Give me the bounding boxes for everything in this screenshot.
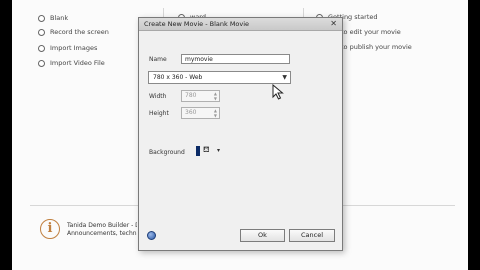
option-record[interactable]: Record the screen	[38, 28, 109, 36]
dialog-titlebar[interactable]: Create New Movie - Blank Movie ✕	[139, 18, 342, 31]
dropdown-arrow-icon: ▼	[282, 74, 287, 81]
background-label: Background	[149, 149, 185, 156]
info-text: Tanida Demo Builder - D Announcements, t…	[67, 222, 137, 238]
width-value: 780	[185, 92, 197, 99]
cancel-button[interactable]: Cancel	[289, 229, 335, 242]
size-select-value: 780 x 360 - Web	[153, 74, 203, 81]
dropdown-arrow-icon[interactable]: ▾	[217, 147, 220, 154]
option-import-video[interactable]: Import Video File	[38, 59, 105, 67]
height-spinner[interactable]: 360 ▲ ▼	[181, 107, 220, 119]
width-label: Width	[149, 93, 167, 100]
background-color-swatch[interactable]	[196, 146, 200, 156]
help-icon[interactable]	[147, 231, 156, 240]
option-blank-label: Blank	[50, 14, 69, 22]
radio-circle-icon	[38, 28, 45, 36]
name-input[interactable]: mymovie	[181, 54, 290, 64]
option-import-video-label: Import Video File	[50, 59, 105, 67]
spinner-arrows-icon: ▲ ▼	[213, 91, 217, 101]
radio-circle-icon	[38, 44, 45, 52]
dialog-title: Create New Movie - Blank Movie	[144, 20, 250, 28]
link-edit-movie-label: to edit your movie	[341, 28, 401, 36]
info-text-line1: Tanida Demo Builder - D	[67, 222, 137, 229]
option-import-images-label: Import Images	[50, 44, 98, 52]
width-spinner[interactable]: 780 ▲ ▼	[181, 90, 220, 102]
spinner-arrows-icon: ▲ ▼	[213, 108, 217, 118]
height-label: Height	[149, 110, 169, 117]
paint-bucket-icon[interactable]: ⛾	[203, 145, 210, 155]
close-icon[interactable]: ✕	[330, 19, 337, 28]
info-icon: i	[40, 219, 60, 239]
link-publish-movie[interactable]: to publish your movie	[341, 43, 412, 51]
height-value: 360	[185, 109, 197, 116]
info-text-line2: Announcements, techni	[67, 230, 137, 237]
link-edit-movie[interactable]: to edit your movie	[341, 28, 401, 36]
mouse-cursor-icon	[272, 84, 284, 100]
option-import-images[interactable]: Import Images	[38, 44, 97, 52]
letterbox-right	[468, 0, 480, 270]
letterbox-left	[0, 0, 12, 270]
link-publish-movie-label: to publish your movie	[341, 43, 412, 51]
size-select[interactable]: 780 x 360 - Web ▼	[148, 71, 291, 84]
ok-button[interactable]: Ok	[240, 229, 285, 242]
option-record-label: Record the screen	[50, 28, 109, 36]
create-new-movie-dialog: Create New Movie - Blank Movie ✕ Name my…	[138, 17, 343, 251]
radio-circle-icon	[38, 14, 45, 22]
radio-circle-icon	[38, 59, 45, 67]
option-blank[interactable]: Blank	[38, 14, 68, 22]
name-label: Name	[149, 56, 167, 63]
